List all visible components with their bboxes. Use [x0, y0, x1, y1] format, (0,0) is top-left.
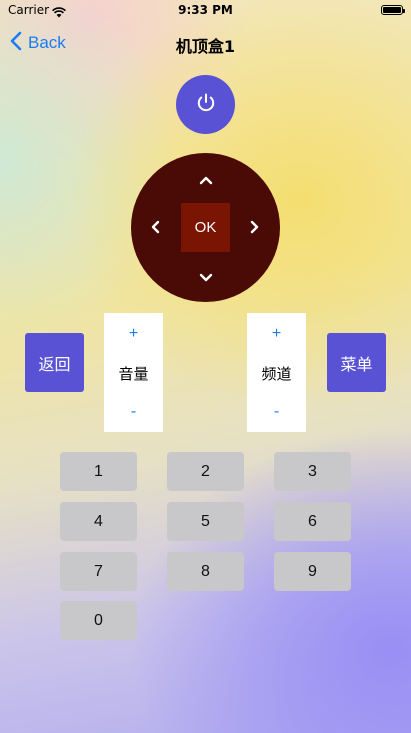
- key-5[interactable]: 5: [167, 502, 244, 541]
- channel-rocker: + 频道 -: [247, 313, 306, 432]
- key-9[interactable]: 9: [274, 552, 351, 591]
- volume-down-button[interactable]: -: [104, 398, 163, 426]
- page-title: 机顶盒1: [175, 37, 236, 56]
- chevron-up-icon: [199, 170, 213, 189]
- chevron-down-icon: [199, 268, 213, 287]
- key-0[interactable]: 0: [60, 601, 137, 640]
- channel-label: 频道: [261, 365, 292, 383]
- dpad: OK: [131, 153, 280, 302]
- volume-up-button[interactable]: +: [104, 320, 163, 348]
- battery-icon: [381, 5, 405, 15]
- ok-button[interactable]: OK: [181, 203, 230, 252]
- return-button[interactable]: 返回: [25, 333, 84, 392]
- key-8[interactable]: 8: [167, 552, 244, 591]
- channel-down-button[interactable]: -: [247, 398, 306, 426]
- volume-label: 音量: [118, 365, 149, 383]
- key-1[interactable]: 1: [60, 452, 137, 491]
- status-bar: Carrier 9:33 PM: [0, 0, 411, 22]
- dpad-down-button[interactable]: [191, 263, 221, 291]
- power-button[interactable]: [176, 75, 235, 134]
- channel-up-button[interactable]: +: [247, 320, 306, 348]
- power-icon: [195, 92, 217, 118]
- dpad-left-button[interactable]: [141, 213, 169, 243]
- chevron-right-icon: [250, 219, 260, 238]
- chevron-left-icon: [150, 219, 160, 238]
- key-4[interactable]: 4: [60, 502, 137, 541]
- dpad-right-button[interactable]: [241, 213, 269, 243]
- key-3[interactable]: 3: [274, 452, 351, 491]
- key-6[interactable]: 6: [274, 502, 351, 541]
- clock: 9:33 PM: [178, 3, 233, 17]
- menu-button[interactable]: 菜单: [327, 333, 386, 392]
- dpad-up-button[interactable]: [191, 165, 221, 193]
- volume-rocker: + 音量 -: [104, 313, 163, 432]
- key-2[interactable]: 2: [167, 452, 244, 491]
- key-7[interactable]: 7: [60, 552, 137, 591]
